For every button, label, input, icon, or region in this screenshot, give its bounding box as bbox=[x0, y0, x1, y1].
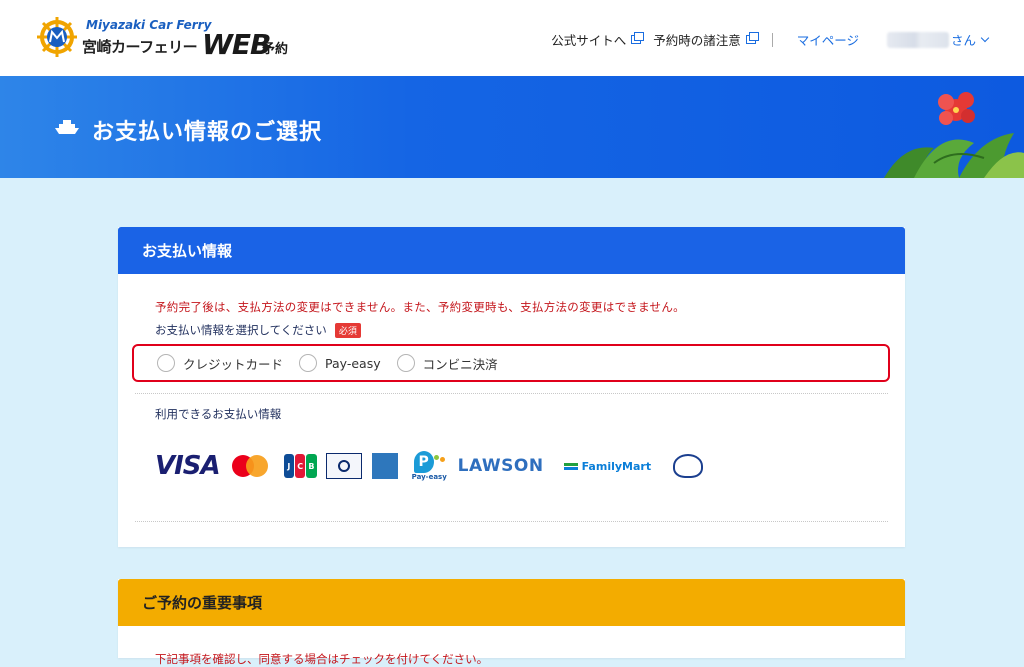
radio-credit-card-label: クレジットカード bbox=[183, 356, 284, 372]
site-logo[interactable]: Miyazaki Car Ferry 宮崎カーフェリー WEB 予約 bbox=[36, 14, 306, 64]
logo-english: Miyazaki Car Ferry bbox=[86, 18, 212, 32]
jcb-logo: J C B bbox=[283, 454, 318, 478]
payment-info-card: お支払い情報 予約完了後は、支払方法の変更はできません。また、予約変更時も、支払… bbox=[118, 227, 905, 547]
radio-pay-easy[interactable]: Pay-easy bbox=[299, 354, 381, 372]
divider bbox=[135, 521, 888, 522]
visa-logo: VISA bbox=[155, 451, 221, 481]
important-notes-card-title: ご予約の重要事項 bbox=[118, 579, 905, 626]
page-banner: お支払い情報のご選択 bbox=[0, 76, 1024, 178]
mypage-link[interactable]: マイページ bbox=[797, 30, 859, 49]
payment-method-radio-group: クレジットカード Pay-easy コンビニ決済 bbox=[132, 344, 890, 382]
logo-web: WEB bbox=[202, 28, 271, 61]
important-notes-card: ご予約の重要事項 下記事項を確認し、同意する場合はチェックを付けてください。 bbox=[118, 579, 905, 666]
official-site-label: 公式サイトへ bbox=[551, 33, 627, 48]
radio-pay-easy-label: Pay-easy bbox=[325, 355, 381, 371]
user-suffix: さん bbox=[950, 33, 976, 48]
required-badge: 必須 bbox=[334, 322, 361, 338]
lawson-logo: LAWSON bbox=[457, 456, 544, 476]
official-site-link[interactable]: 公式サイトへ bbox=[551, 30, 645, 49]
radio-button[interactable] bbox=[299, 354, 318, 372]
pay-easy-logo: P Pay-easy bbox=[412, 451, 448, 481]
notes-link[interactable]: 予約時の諸注意 bbox=[653, 30, 759, 49]
divider bbox=[135, 393, 888, 394]
nav-divider bbox=[771, 32, 773, 47]
hibiscus-decoration-icon bbox=[884, 92, 1024, 178]
logo-japanese: 宮崎カーフェリー bbox=[82, 38, 198, 56]
notes-label: 予約時の諸注意 bbox=[653, 33, 741, 48]
radio-convenience-store[interactable]: コンビニ決済 bbox=[396, 354, 498, 373]
header-nav: 公式サイトへ 予約時の諸注意 マイページ さん bbox=[539, 30, 990, 49]
payment-notice: 予約完了後は、支払方法の変更はできません。また、予約変更時も、支払方法の変更はで… bbox=[155, 300, 685, 314]
radio-convenience-store-label: コンビニ決済 bbox=[422, 356, 498, 372]
select-payment-label: お支払い情報を選択してください 必須 bbox=[155, 322, 361, 338]
site-header: Miyazaki Car Ferry 宮崎カーフェリー WEB 予約 公式サイト… bbox=[0, 0, 1024, 76]
external-link-icon bbox=[631, 32, 645, 44]
available-payments-label: 利用できるお支払い情報 bbox=[155, 407, 282, 421]
radio-button[interactable] bbox=[157, 354, 175, 372]
chevron-down-icon bbox=[980, 33, 990, 43]
mastercard-logo bbox=[231, 454, 270, 478]
page-title: お支払い情報のご選択 bbox=[92, 120, 323, 145]
user-name-redacted bbox=[886, 31, 949, 48]
payment-brand-logos: VISA J C B P Pay-easy LAWSON FamilyMart bbox=[155, 450, 704, 482]
ministop-logo bbox=[673, 454, 704, 478]
important-notes-text: 下記事項を確認し、同意する場合はチェックを付けてください。 bbox=[155, 652, 489, 666]
ship-icon bbox=[55, 120, 79, 134]
user-menu[interactable]: さん bbox=[871, 30, 990, 49]
select-payment-label-text: お支払い情報を選択してください bbox=[155, 323, 327, 337]
familymart-logo: FamilyMart bbox=[563, 460, 651, 473]
radio-credit-card[interactable]: クレジットカード bbox=[157, 354, 283, 373]
logo-yoyaku: 予約 bbox=[262, 42, 289, 57]
radio-button[interactable] bbox=[396, 354, 415, 372]
payment-info-card-title: お支払い情報 bbox=[118, 227, 905, 274]
amex-logo bbox=[371, 453, 398, 479]
external-link-icon bbox=[745, 32, 759, 44]
diners-club-logo bbox=[325, 453, 362, 479]
ship-wheel-logo-icon bbox=[37, 17, 77, 57]
